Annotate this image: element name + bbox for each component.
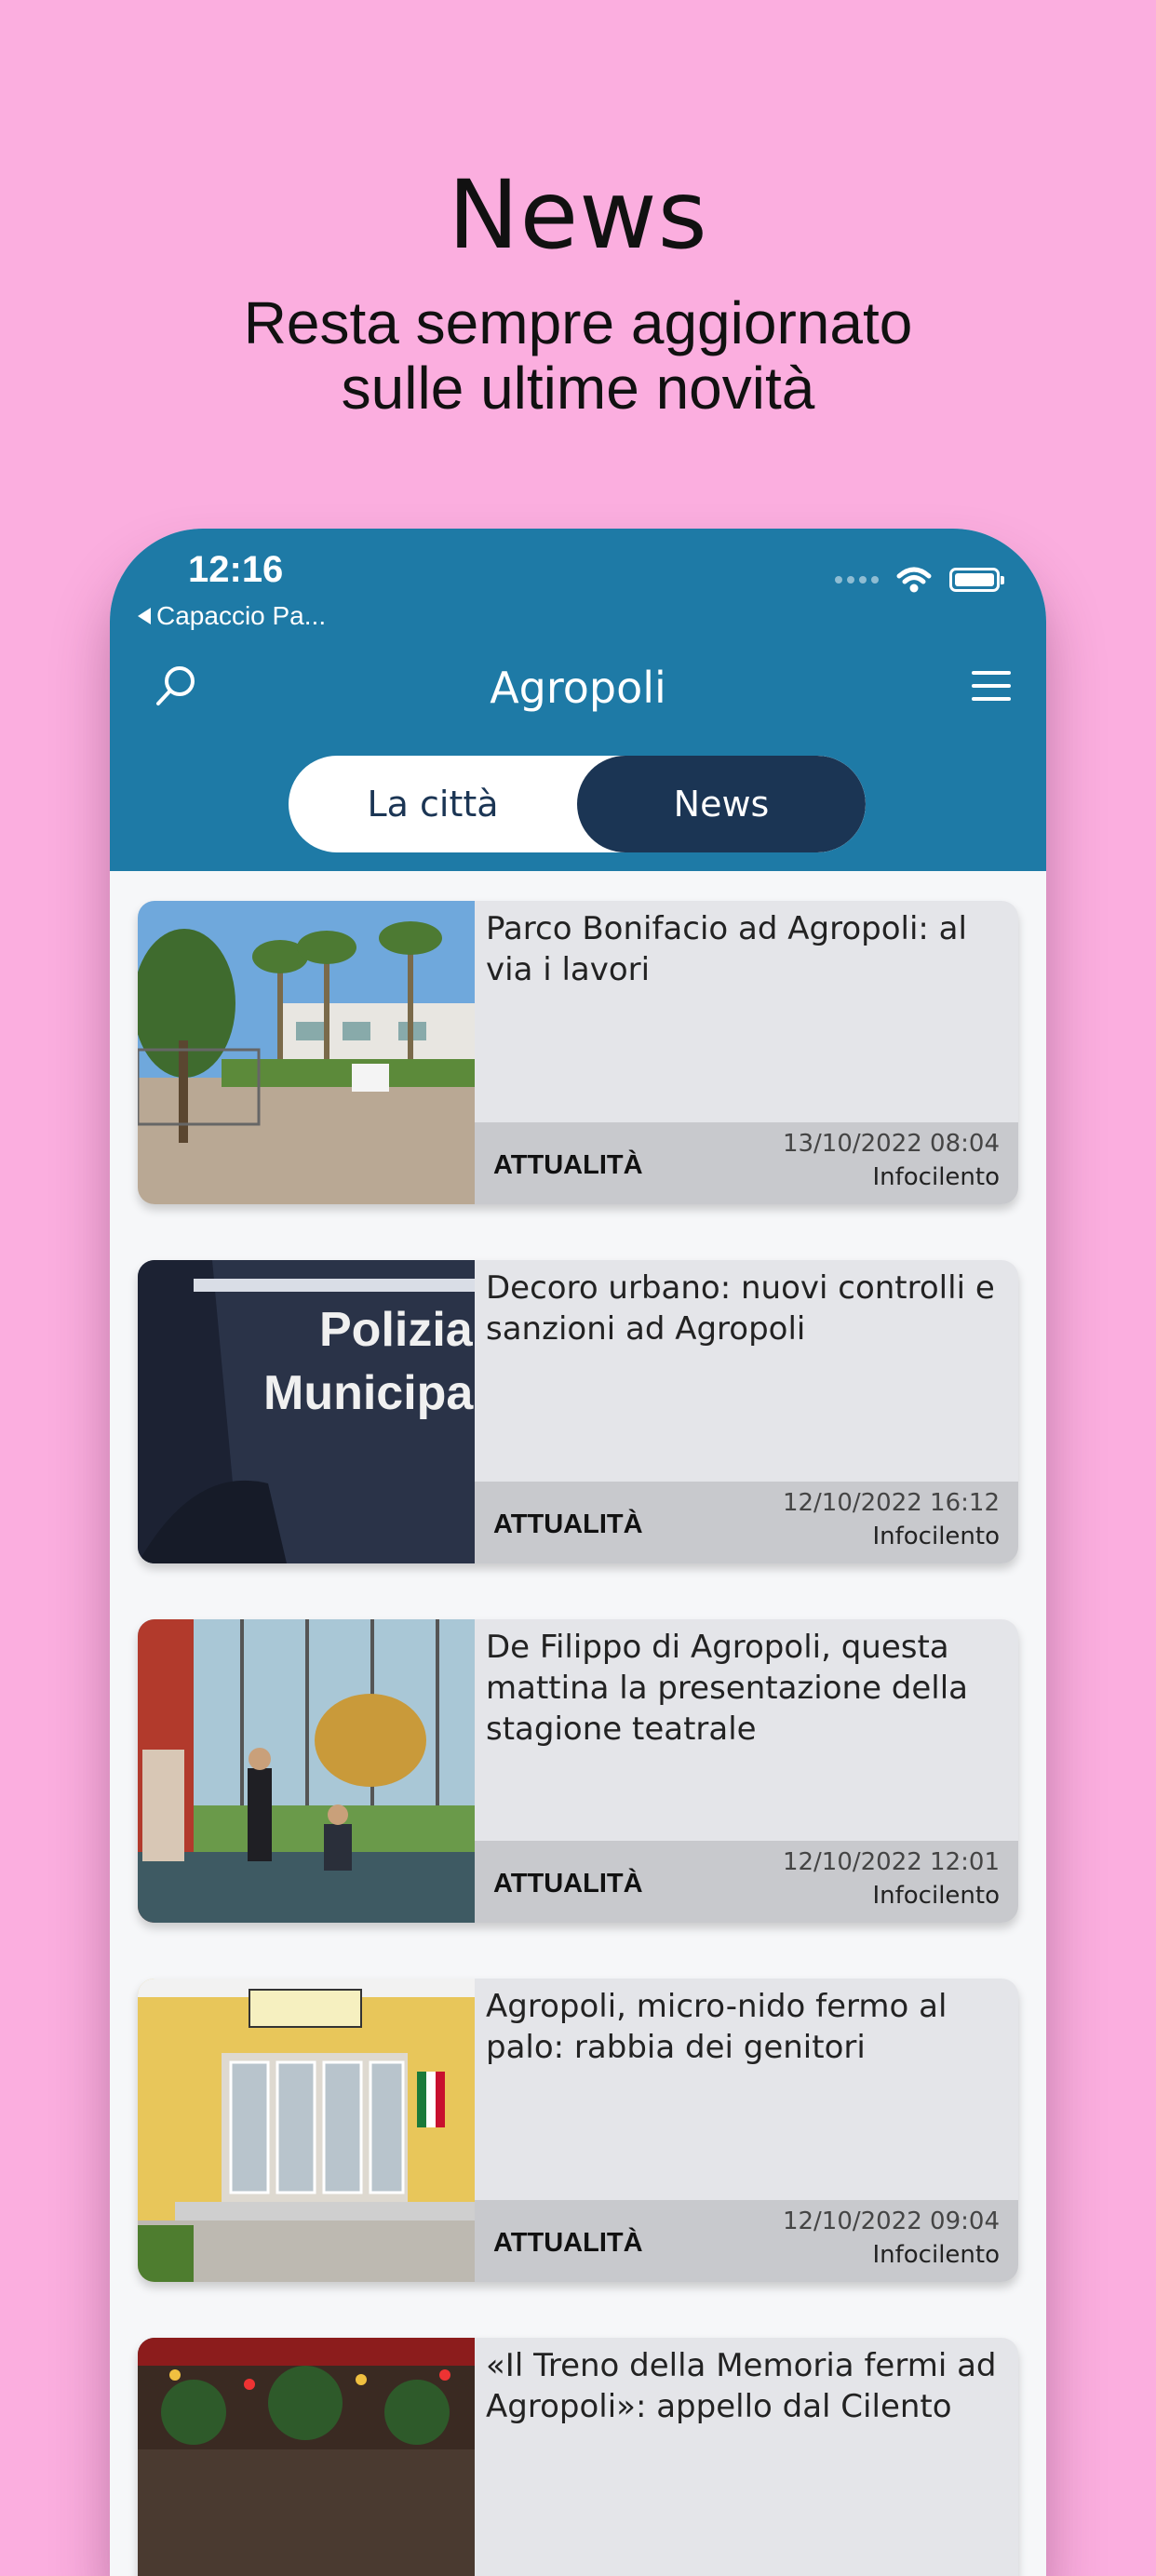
app-header: 12:16 Capaccio Pa... Agropoli La città N… [110, 529, 1046, 871]
thumbnail-text-polizia: Polizia [319, 1303, 474, 1357]
news-source: Infocilento [872, 1523, 1000, 1550]
news-footer: ATTUALITÀ 12/10/2022 16:12 Infocilento [475, 1482, 1018, 1563]
news-list: Parco Bonifacio ad Agropoli: al via i la… [138, 901, 1018, 2576]
page-title: Agropoli [490, 663, 666, 713]
news-category: ATTUALITÀ [493, 2228, 643, 2258]
promo-subtitle: Resta sempre aggiornato sulle ultime nov… [0, 290, 1156, 421]
news-title: Decoro urbano: nuovi controlli e sanzion… [486, 1269, 995, 1348]
status-time: 12:16 [188, 549, 284, 590]
news-card[interactable]: De Filippo di Agropoli, questa mattina l… [138, 1619, 1018, 1923]
news-title: «Il Treno della Memoria fermi ad Agropol… [486, 2347, 997, 2425]
news-title: Agropoli, micro-nido fermo al palo: rabb… [486, 1988, 948, 2066]
back-arrow-icon [138, 608, 151, 624]
news-category: ATTUALITÀ [493, 1150, 643, 1180]
tab-news[interactable]: News [577, 756, 866, 852]
news-date: 13/10/2022 08:04 [782, 1130, 1000, 1158]
back-to-app-link[interactable]: Capaccio Pa... [138, 601, 326, 631]
news-card[interactable]: Parco Bonifacio ad Agropoli: al via i la… [138, 901, 1018, 1204]
news-thumbnail: Polizia Municipa [138, 1260, 475, 1563]
news-thumbnail [138, 1619, 475, 1923]
status-indicators [835, 566, 1004, 594]
news-category: ATTUALITÀ [493, 1869, 643, 1898]
news-date: 12/10/2022 12:01 [782, 1848, 1000, 1876]
wifi-icon [896, 567, 932, 593]
news-title: De Filippo di Agropoli, questa mattina l… [486, 1629, 969, 1748]
news-card[interactable]: Agropoli, micro-nido fermo al palo: rabb… [138, 1979, 1018, 2282]
promo-subtitle-line-1: Resta sempre aggiornato [243, 289, 913, 356]
news-card[interactable]: «Il Treno della Memoria fermi ad Agropol… [138, 2338, 1018, 2576]
news-footer: ATTUALITÀ 12/10/2022 12:01 Infocilento [475, 1841, 1018, 1923]
news-thumbnail [138, 2338, 475, 2576]
news-category: ATTUALITÀ [493, 1509, 643, 1539]
news-thumbnail [138, 1979, 475, 2282]
signal-icon [835, 576, 879, 584]
phone-screen: 12:16 Capaccio Pa... Agropoli La città N… [110, 529, 1046, 2576]
news-thumbnail [138, 901, 475, 1204]
news-footer: ATTUALITÀ 13/10/2022 08:04 Infocilento [475, 1122, 1018, 1204]
news-source: Infocilento [872, 1882, 1000, 1910]
segmented-control: La città News [289, 756, 866, 852]
promo-subtitle-line-2: sulle ultime novità [341, 355, 815, 422]
news-source: Infocilento [872, 2241, 1000, 2269]
menu-button[interactable] [968, 664, 1015, 707]
hamburger-menu-icon [972, 671, 1011, 701]
news-date: 12/10/2022 09:04 [782, 2207, 1000, 2235]
battery-icon [949, 568, 1004, 592]
news-card[interactable]: Polizia Municipa Decoro urbano: nuovi co… [138, 1260, 1018, 1563]
tab-la-citta[interactable]: La città [289, 756, 577, 852]
thumbnail-text-municipale: Municipa [263, 1366, 474, 1420]
promo-title: News [448, 160, 708, 271]
news-title: Parco Bonifacio ad Agropoli: al via i la… [486, 910, 967, 988]
news-source: Infocilento [872, 1163, 1000, 1191]
news-date: 12/10/2022 16:12 [782, 1489, 1000, 1517]
news-footer: ATTUALITÀ 12/10/2022 09:04 Infocilento [475, 2200, 1018, 2282]
back-app-label: Capaccio Pa... [156, 601, 327, 630]
